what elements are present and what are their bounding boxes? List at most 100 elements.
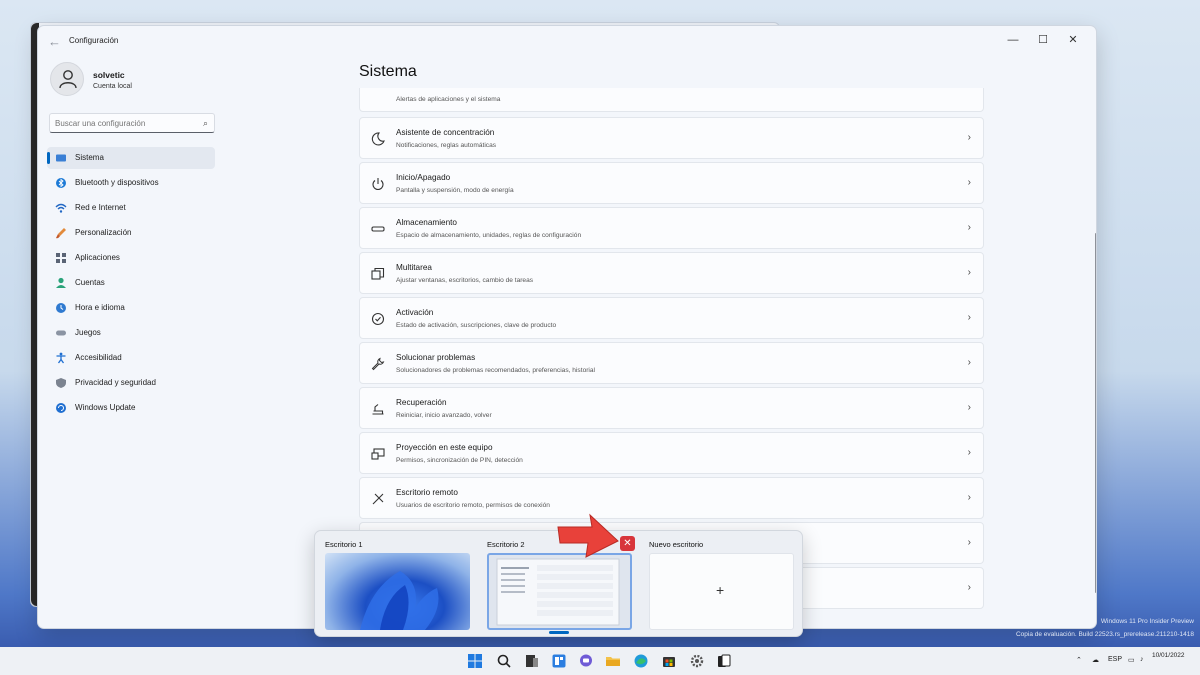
close-desktop-button[interactable]: ✕ xyxy=(620,536,635,551)
recovery-icon xyxy=(372,404,384,415)
desktop-2-thumbnail[interactable] xyxy=(487,553,632,630)
sidebar-item-label: Privacidad y seguridad xyxy=(75,378,156,387)
sidebar-item-label: Sistema xyxy=(75,153,104,162)
chevron-right-icon: › xyxy=(967,492,971,503)
sidebar-item-windows-update[interactable]: Windows Update xyxy=(47,397,215,419)
settings-gear-icon[interactable] xyxy=(689,653,705,669)
desktop-2-label: Escritorio 2 xyxy=(487,540,525,549)
solitaire-icon[interactable] xyxy=(716,653,732,669)
card-subtitle: Reiniciar, inicio avanzado, volver xyxy=(396,412,492,419)
sidebar-item-juegos[interactable]: Juegos xyxy=(47,322,215,344)
monitor-icon xyxy=(56,154,66,162)
power-icon xyxy=(372,178,384,191)
card-subtitle: Usuarios de escritorio remoto, permisos … xyxy=(396,502,550,509)
selection-indicator xyxy=(47,152,50,164)
card-title: Proyección en este equipo xyxy=(396,443,493,452)
settings-window-preview-icon xyxy=(496,558,620,626)
search-icon[interactable] xyxy=(496,653,512,669)
multitask-icon xyxy=(371,267,385,280)
network-icon[interactable]: ▭ xyxy=(1128,656,1135,664)
watermark-line-1: Windows 11 Pro Insider Preview xyxy=(1100,618,1194,625)
sidebar-item-red[interactable]: Red e Internet xyxy=(47,197,215,219)
search-input[interactable] xyxy=(55,116,195,131)
sidebar-item-privacidad[interactable]: Privacidad y seguridad xyxy=(47,372,215,394)
active-desktop-indicator xyxy=(549,631,569,634)
sidebar-item-bluetooth[interactable]: Bluetooth y dispositivos xyxy=(47,172,215,194)
sidebar-item-personalizacion[interactable]: Personalización xyxy=(47,222,215,244)
search-box[interactable]: ⌕ xyxy=(49,113,215,133)
settings-card-escritorio-remoto[interactable]: Escritorio remoto Usuarios de escritorio… xyxy=(359,477,984,519)
chevron-right-icon: › xyxy=(967,177,971,188)
clock[interactable]: 10/01/2022 xyxy=(1152,651,1185,661)
close-button[interactable]: ✕ xyxy=(1059,31,1087,49)
settings-card-proyeccion[interactable]: Proyección en este equipo Permisos, sinc… xyxy=(359,432,984,474)
card-subtitle: Solucionadores de problemas recomendados… xyxy=(396,367,596,374)
account-type: Cuenta local xyxy=(93,83,132,90)
tray-chevron-icon[interactable]: ⌃ xyxy=(1076,656,1082,664)
widgets-icon[interactable] xyxy=(551,653,567,669)
chevron-right-icon: › xyxy=(967,582,971,593)
sidebar-item-sistema[interactable]: Sistema xyxy=(47,147,215,169)
card-subtitle: Notificaciones, reglas automáticas xyxy=(396,142,497,149)
back-arrow-icon[interactable]: ← xyxy=(48,34,61,49)
settings-card-concentracion[interactable]: Asistente de concentración Notificacione… xyxy=(359,117,984,159)
minimize-button[interactable]: — xyxy=(999,31,1027,49)
start-icon[interactable] xyxy=(467,653,483,669)
settings-card-inicio-apagado[interactable]: Inicio/Apagado Pantalla y suspensión, mo… xyxy=(359,162,984,204)
chevron-right-icon: › xyxy=(967,357,971,368)
date: 10/01/2022 xyxy=(1152,652,1185,659)
settings-card-almacenamiento[interactable]: Almacenamiento Espacio de almacenamiento… xyxy=(359,207,984,249)
card-title: Multitarea xyxy=(396,263,432,272)
task-view-icon[interactable] xyxy=(524,653,540,669)
sidebar-item-accesibilidad[interactable]: Accesibilidad xyxy=(47,347,215,369)
card-title: Escritorio remoto xyxy=(396,488,458,497)
language-indicator[interactable]: ESP xyxy=(1108,656,1122,663)
bluetooth-icon xyxy=(56,178,66,188)
chevron-right-icon: › xyxy=(967,312,971,323)
file-explorer-icon[interactable] xyxy=(605,653,621,669)
wifi-icon xyxy=(55,203,67,213)
settings-card-recuperacion[interactable]: Recuperación Reiniciar, inicio avanzado,… xyxy=(359,387,984,429)
card-title: Almacenamiento xyxy=(396,218,457,227)
new-desktop-button[interactable]: + xyxy=(649,553,794,630)
card-subtitle: Pantalla y suspensión, modo de energía xyxy=(396,187,514,194)
settings-card-solucionar[interactable]: Solucionar problemas Solucionadores de p… xyxy=(359,342,984,384)
title-bar: ← Configuración — ☐ ✕ xyxy=(38,26,1096,56)
sidebar-item-aplicaciones[interactable]: Aplicaciones xyxy=(47,247,215,269)
chat-icon[interactable] xyxy=(578,653,594,669)
search-icon[interactable]: ⌕ xyxy=(203,118,208,129)
sidebar-item-cuentas[interactable]: Cuentas xyxy=(47,272,215,294)
edge-icon[interactable] xyxy=(633,653,649,669)
watermark-line-2: Copia de evaluación. Build 22523.rs_prer… xyxy=(1015,631,1194,638)
scrollbar[interactable] xyxy=(1095,233,1096,593)
plus-icon: + xyxy=(716,582,725,598)
person-icon xyxy=(56,277,66,288)
apps-icon xyxy=(56,253,66,263)
card-subtitle: Espacio de almacenamiento, unidades, reg… xyxy=(396,232,582,239)
card-title: Recuperación xyxy=(396,398,447,407)
accessibility-icon xyxy=(56,352,66,364)
sidebar-item-label: Aplicaciones xyxy=(75,253,120,262)
chevron-right-icon: › xyxy=(967,267,971,278)
settings-card-activacion[interactable]: Activación Estado de activación, suscrip… xyxy=(359,297,984,339)
volume-icon[interactable]: ♪ xyxy=(1140,656,1144,663)
card-subtitle: Permisos, sincronización de PIN, detecci… xyxy=(396,457,523,464)
storage-icon xyxy=(371,226,385,232)
update-icon xyxy=(56,403,66,413)
desktop-1-thumbnail[interactable] xyxy=(325,553,470,630)
card-subtitle: Alertas de aplicaciones y el sistema xyxy=(396,96,501,103)
sidebar-item-label: Cuentas xyxy=(75,278,105,287)
page-title: Sistema xyxy=(359,63,417,80)
projection-icon xyxy=(371,448,385,460)
settings-card-multitarea[interactable]: Multitarea Ajustar ventanas, escritorios… xyxy=(359,252,984,294)
settings-card-notificaciones[interactable]: Alertas de aplicaciones y el sistema xyxy=(359,88,984,112)
store-icon[interactable] xyxy=(661,653,677,669)
taskbar: ⌃ ☁ ESP ▭ ♪ 10/01/2022 xyxy=(0,647,1200,675)
maximize-button[interactable]: ☐ xyxy=(1029,31,1057,49)
avatar[interactable] xyxy=(50,62,84,96)
sidebar-item-hora[interactable]: Hora e idioma xyxy=(47,297,215,319)
onedrive-cloud-icon[interactable]: ☁ xyxy=(1092,656,1099,664)
sidebar-item-label: Bluetooth y dispositivos xyxy=(75,178,159,187)
sidebar-item-label: Windows Update xyxy=(75,403,136,412)
desktop-1-label: Escritorio 1 xyxy=(325,540,363,549)
